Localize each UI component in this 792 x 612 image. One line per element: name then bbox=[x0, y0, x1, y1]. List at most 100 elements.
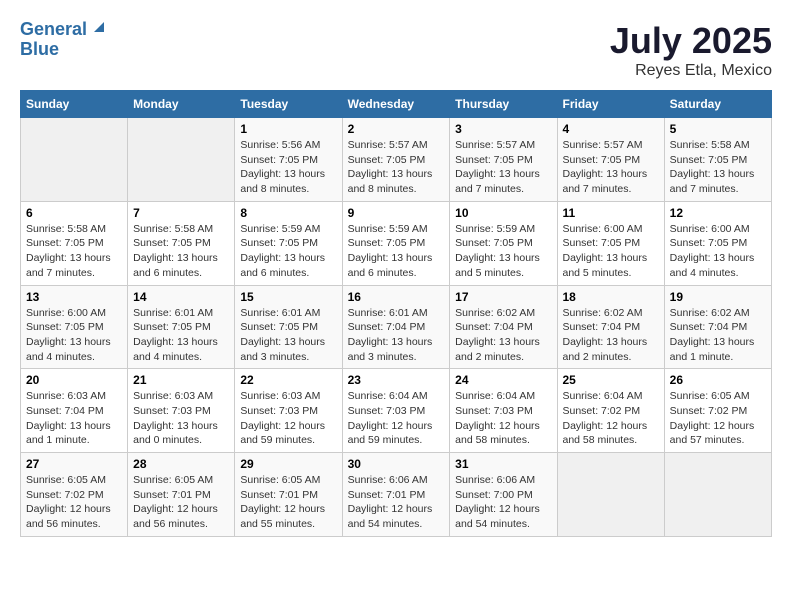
header-friday: Friday bbox=[557, 91, 664, 118]
header-thursday: Thursday bbox=[450, 91, 557, 118]
day-info: Sunrise: 6:05 AM Sunset: 7:02 PM Dayligh… bbox=[670, 389, 766, 448]
calendar-cell: 20 Sunrise: 6:03 AM Sunset: 7:04 PM Dayli… bbox=[21, 369, 128, 453]
header-tuesday: Tuesday bbox=[235, 91, 342, 118]
day-number: 6 bbox=[26, 206, 122, 220]
logo-icon bbox=[90, 18, 106, 34]
week-row-5: 27 Sunrise: 6:05 AM Sunset: 7:02 PM Dayli… bbox=[21, 453, 772, 537]
day-info: Sunrise: 6:05 AM Sunset: 7:01 PM Dayligh… bbox=[133, 473, 229, 532]
week-row-1: 1 Sunrise: 5:56 AM Sunset: 7:05 PM Daylig… bbox=[21, 118, 772, 202]
calendar-cell: 27 Sunrise: 6:05 AM Sunset: 7:02 PM Dayli… bbox=[21, 453, 128, 537]
calendar-cell: 28 Sunrise: 6:05 AM Sunset: 7:01 PM Dayli… bbox=[128, 453, 235, 537]
day-number: 29 bbox=[240, 457, 336, 471]
calendar-cell: 21 Sunrise: 6:03 AM Sunset: 7:03 PM Dayli… bbox=[128, 369, 235, 453]
day-number: 3 bbox=[455, 122, 551, 136]
calendar-cell: 15Sunrise: 6:01 AM Sunset: 7:05 PM Dayli… bbox=[235, 285, 342, 369]
day-info: Sunrise: 6:01 AM Sunset: 7:05 PM Dayligh… bbox=[133, 306, 229, 365]
day-number: 14 bbox=[133, 290, 229, 304]
calendar-subtitle: Reyes Etla, Mexico bbox=[610, 62, 772, 80]
calendar-cell: 9 Sunrise: 5:59 AM Sunset: 7:05 PM Daylig… bbox=[342, 201, 450, 285]
day-number: 8 bbox=[240, 206, 336, 220]
day-number: 26 bbox=[670, 373, 766, 387]
calendar-cell: 30Sunrise: 6:06 AM Sunset: 7:01 PM Dayli… bbox=[342, 453, 450, 537]
calendar-cell: 12Sunrise: 6:00 AM Sunset: 7:05 PM Dayli… bbox=[664, 201, 771, 285]
day-number: 10 bbox=[455, 206, 551, 220]
day-info: Sunrise: 5:57 AM Sunset: 7:05 PM Dayligh… bbox=[348, 138, 445, 197]
day-info: Sunrise: 5:57 AM Sunset: 7:05 PM Dayligh… bbox=[563, 138, 659, 197]
day-info: Sunrise: 6:05 AM Sunset: 7:02 PM Dayligh… bbox=[26, 473, 122, 532]
day-info: Sunrise: 5:59 AM Sunset: 7:05 PM Dayligh… bbox=[240, 222, 336, 281]
calendar-cell: 4 Sunrise: 5:57 AM Sunset: 7:05 PM Daylig… bbox=[557, 118, 664, 202]
day-number: 27 bbox=[26, 457, 122, 471]
day-info: Sunrise: 6:02 AM Sunset: 7:04 PM Dayligh… bbox=[670, 306, 766, 365]
day-info: Sunrise: 5:56 AM Sunset: 7:05 PM Dayligh… bbox=[240, 138, 336, 197]
day-number: 21 bbox=[133, 373, 229, 387]
day-number: 7 bbox=[133, 206, 229, 220]
day-info: Sunrise: 6:06 AM Sunset: 7:00 PM Dayligh… bbox=[455, 473, 551, 532]
day-number: 11 bbox=[563, 206, 659, 220]
day-number: 20 bbox=[26, 373, 122, 387]
calendar-cell: 7 Sunrise: 5:58 AM Sunset: 7:05 PM Daylig… bbox=[128, 201, 235, 285]
header-wednesday: Wednesday bbox=[342, 91, 450, 118]
header-saturday: Saturday bbox=[664, 91, 771, 118]
day-number: 31 bbox=[455, 457, 551, 471]
calendar-cell: 17 Sunrise: 6:02 AM Sunset: 7:04 PM Dayli… bbox=[450, 285, 557, 369]
day-number: 2 bbox=[348, 122, 445, 136]
header-sunday: Sunday bbox=[21, 91, 128, 118]
logo: General Blue bbox=[20, 20, 106, 60]
day-info: Sunrise: 6:00 AM Sunset: 7:05 PM Dayligh… bbox=[26, 306, 122, 365]
calendar-cell: 11 Sunrise: 6:00 AM Sunset: 7:05 PM Dayli… bbox=[557, 201, 664, 285]
day-info: Sunrise: 6:00 AM Sunset: 7:05 PM Dayligh… bbox=[563, 222, 659, 281]
day-number: 28 bbox=[133, 457, 229, 471]
day-info: Sunrise: 6:04 AM Sunset: 7:03 PM Dayligh… bbox=[455, 389, 551, 448]
day-info: Sunrise: 5:58 AM Sunset: 7:05 PM Dayligh… bbox=[670, 138, 766, 197]
day-info: Sunrise: 6:03 AM Sunset: 7:03 PM Dayligh… bbox=[133, 389, 229, 448]
logo-text-line2: Blue bbox=[20, 40, 59, 60]
calendar-cell: 16 Sunrise: 6:01 AM Sunset: 7:04 PM Dayli… bbox=[342, 285, 450, 369]
week-row-2: 6 Sunrise: 5:58 AM Sunset: 7:05 PM Daylig… bbox=[21, 201, 772, 285]
day-number: 16 bbox=[348, 290, 445, 304]
day-info: Sunrise: 6:03 AM Sunset: 7:03 PM Dayligh… bbox=[240, 389, 336, 448]
week-row-3: 13Sunrise: 6:00 AM Sunset: 7:05 PM Dayli… bbox=[21, 285, 772, 369]
day-info: Sunrise: 5:58 AM Sunset: 7:05 PM Dayligh… bbox=[26, 222, 122, 281]
day-info: Sunrise: 6:06 AM Sunset: 7:01 PM Dayligh… bbox=[348, 473, 445, 532]
day-info: Sunrise: 5:57 AM Sunset: 7:05 PM Dayligh… bbox=[455, 138, 551, 197]
day-info: Sunrise: 5:59 AM Sunset: 7:05 PM Dayligh… bbox=[348, 222, 445, 281]
calendar-cell: 2 Sunrise: 5:57 AM Sunset: 7:05 PM Daylig… bbox=[342, 118, 450, 202]
calendar-cell: 25Sunrise: 6:04 AM Sunset: 7:02 PM Dayli… bbox=[557, 369, 664, 453]
calendar-cell: 23Sunrise: 6:04 AM Sunset: 7:03 PM Dayli… bbox=[342, 369, 450, 453]
day-number: 18 bbox=[563, 290, 659, 304]
day-number: 17 bbox=[455, 290, 551, 304]
day-number: 4 bbox=[563, 122, 659, 136]
day-number: 1 bbox=[240, 122, 336, 136]
calendar-cell: 29 Sunrise: 6:05 AM Sunset: 7:01 PM Dayli… bbox=[235, 453, 342, 537]
day-info: Sunrise: 6:03 AM Sunset: 7:04 PM Dayligh… bbox=[26, 389, 122, 448]
calendar-cell: 6 Sunrise: 5:58 AM Sunset: 7:05 PM Daylig… bbox=[21, 201, 128, 285]
day-info: Sunrise: 6:00 AM Sunset: 7:05 PM Dayligh… bbox=[670, 222, 766, 281]
calendar-cell: 26 Sunrise: 6:05 AM Sunset: 7:02 PM Dayli… bbox=[664, 369, 771, 453]
calendar-cell: 19 Sunrise: 6:02 AM Sunset: 7:04 PM Dayli… bbox=[664, 285, 771, 369]
calendar-cell: 5Sunrise: 5:58 AM Sunset: 7:05 PM Daylig… bbox=[664, 118, 771, 202]
day-info: Sunrise: 6:05 AM Sunset: 7:01 PM Dayligh… bbox=[240, 473, 336, 532]
day-info: Sunrise: 6:01 AM Sunset: 7:04 PM Dayligh… bbox=[348, 306, 445, 365]
week-row-4: 20 Sunrise: 6:03 AM Sunset: 7:04 PM Dayli… bbox=[21, 369, 772, 453]
calendar-title: July 2025 bbox=[610, 20, 772, 62]
day-info: Sunrise: 6:04 AM Sunset: 7:03 PM Dayligh… bbox=[348, 389, 445, 448]
day-info: Sunrise: 6:04 AM Sunset: 7:02 PM Dayligh… bbox=[563, 389, 659, 448]
calendar-cell: 24Sunrise: 6:04 AM Sunset: 7:03 PM Dayli… bbox=[450, 369, 557, 453]
calendar-table: Sunday Monday Tuesday Wednesday Thursday… bbox=[20, 90, 772, 537]
page-header: General Blue July 2025 Reyes Etla, Mexic… bbox=[20, 20, 772, 80]
calendar-cell bbox=[557, 453, 664, 537]
calendar-cell: 1 Sunrise: 5:56 AM Sunset: 7:05 PM Daylig… bbox=[235, 118, 342, 202]
day-number: 9 bbox=[348, 206, 445, 220]
day-number: 19 bbox=[670, 290, 766, 304]
day-number: 22 bbox=[240, 373, 336, 387]
calendar-cell: 31 Sunrise: 6:06 AM Sunset: 7:00 PM Dayli… bbox=[450, 453, 557, 537]
logo-text-line1: General bbox=[20, 20, 87, 40]
calendar-cell bbox=[664, 453, 771, 537]
day-number: 15 bbox=[240, 290, 336, 304]
calendar-cell: 14 Sunrise: 6:01 AM Sunset: 7:05 PM Dayli… bbox=[128, 285, 235, 369]
day-info: Sunrise: 5:58 AM Sunset: 7:05 PM Dayligh… bbox=[133, 222, 229, 281]
calendar-cell bbox=[21, 118, 128, 202]
day-info: Sunrise: 6:02 AM Sunset: 7:04 PM Dayligh… bbox=[455, 306, 551, 365]
title-area: July 2025 Reyes Etla, Mexico bbox=[610, 20, 772, 80]
